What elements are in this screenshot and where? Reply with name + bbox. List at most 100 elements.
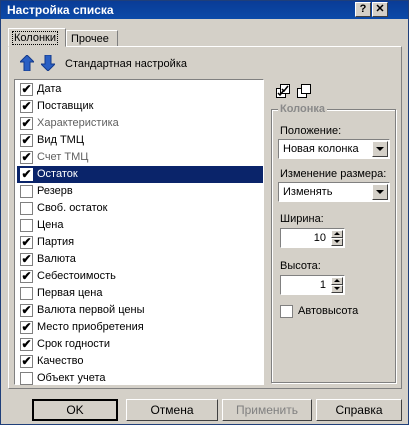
checkmark-icon: ✔ xyxy=(21,303,32,317)
list-item-label: Срок годности xyxy=(37,338,110,350)
checkmark-icon: ✔ xyxy=(21,82,32,96)
height-decrement-icon[interactable] xyxy=(331,285,343,293)
list-item[interactable]: ✔ Вид ТМЦ xyxy=(17,132,263,149)
column-checkbox[interactable]: ✔ xyxy=(20,133,33,147)
width-stepper[interactable]: 10 xyxy=(280,228,345,248)
position-value: Новая колонка xyxy=(283,143,359,155)
chevron-down-icon[interactable] xyxy=(372,184,388,200)
title-bar: Настройка списка xyxy=(1,1,408,19)
column-checkbox[interactable]: ✔ xyxy=(20,303,33,317)
column-checkbox[interactable]: ✔ xyxy=(20,269,33,283)
resize-select[interactable]: Изменять xyxy=(278,182,390,202)
list-item-label: Цена xyxy=(37,219,64,231)
column-checkbox[interactable]: ✔ xyxy=(20,320,33,334)
list-item[interactable]: ✔ Характеристика xyxy=(17,115,263,132)
checkmark-icon: ✔ xyxy=(21,133,32,147)
column-checkbox[interactable]: ✔ xyxy=(20,235,33,249)
column-checkbox[interactable]: ✔ xyxy=(20,354,33,368)
columns-list[interactable]: ✔ Дата ✔ Поставщик ✔ Характеристика ✔ Вид ТМЦ ✔ С… xyxy=(14,79,264,385)
autoheight-label: Автовысота xyxy=(298,305,359,317)
tab-columns-label: Колонки xyxy=(12,31,58,45)
list-item[interactable]: Первая цена xyxy=(17,285,263,302)
window-title: Настройка списка xyxy=(7,3,114,17)
list-item-label: Объект учета xyxy=(37,372,106,384)
list-item[interactable]: ✔ Валюта xyxy=(17,251,263,268)
checkmark-icon: ✔ xyxy=(21,150,32,164)
list-item[interactable]: Своб. остаток xyxy=(17,200,263,217)
uncheck-all-icon[interactable] xyxy=(297,84,311,98)
list-item[interactable]: ✔ Дата xyxy=(17,81,263,98)
list-item[interactable]: Резерв xyxy=(17,183,263,200)
check-all-icon[interactable] xyxy=(276,84,290,98)
close-icon: ✕ xyxy=(375,3,385,15)
close-button[interactable]: ✕ xyxy=(372,2,388,17)
column-checkbox[interactable]: ✔ xyxy=(20,82,33,96)
resize-value: Изменять xyxy=(283,186,333,198)
checkmark-icon: ✔ xyxy=(21,337,32,351)
standard-settings-link[interactable]: Стандартная настройка xyxy=(65,58,187,70)
column-checkbox[interactable]: ✔ xyxy=(20,150,33,164)
checkmark-icon: ✔ xyxy=(21,320,32,334)
column-checkbox[interactable]: ✔ xyxy=(20,167,33,181)
height-stepper[interactable]: 1 xyxy=(280,275,345,295)
autoheight-checkbox[interactable] xyxy=(280,305,293,318)
dialog-window: Настройка списка ? ✕ Колонки Прочее Стан… xyxy=(0,0,409,425)
list-item-label: Счет ТМЦ xyxy=(37,151,89,163)
arrow-up-icon[interactable] xyxy=(20,55,34,71)
list-item-label: Остаток xyxy=(37,168,78,180)
list-item[interactable]: ✔ Качество xyxy=(17,353,263,370)
list-item-label: Дата xyxy=(37,83,62,95)
list-item[interactable]: ✔ Поставщик xyxy=(17,98,263,115)
checkmark-icon: ✔ xyxy=(21,269,32,283)
cancel-button[interactable]: Отмена xyxy=(126,399,218,421)
list-item[interactable]: Цена xyxy=(17,217,263,234)
column-checkbox[interactable]: ✔ xyxy=(20,337,33,351)
width-label: Ширина: xyxy=(280,213,324,225)
tab-other[interactable]: Прочее xyxy=(66,30,118,47)
position-label: Положение: xyxy=(280,125,342,137)
checkmark-icon: ✔ xyxy=(21,116,32,130)
list-item[interactable]: ✔ Счет ТМЦ xyxy=(17,149,263,166)
help-title-button[interactable]: ? xyxy=(355,2,371,17)
list-item[interactable]: ✔ Остаток xyxy=(17,166,263,183)
column-checkbox[interactable]: ✔ xyxy=(20,99,33,113)
column-checkbox[interactable] xyxy=(20,185,33,198)
height-label: Высота: xyxy=(280,260,321,272)
list-item-label: Место приобретения xyxy=(37,321,144,333)
list-item[interactable]: ✔ Себестоимость xyxy=(17,268,263,285)
arrow-down-icon[interactable] xyxy=(41,55,55,71)
checkmark-icon: ✔ xyxy=(21,354,32,368)
chevron-down-icon[interactable] xyxy=(372,141,388,157)
height-increment-icon[interactable] xyxy=(331,277,343,285)
column-checkbox[interactable]: ✔ xyxy=(20,116,33,130)
list-item[interactable]: ✔ Валюта первой цены xyxy=(17,302,263,319)
apply-button[interactable]: Применить xyxy=(222,399,312,421)
column-checkbox[interactable] xyxy=(20,219,33,232)
column-checkbox[interactable] xyxy=(20,372,33,385)
ok-button[interactable]: OK xyxy=(32,399,118,421)
position-select[interactable]: Новая колонка xyxy=(278,139,390,159)
list-item[interactable]: ✔ Место приобретения xyxy=(17,319,263,336)
column-checkbox[interactable] xyxy=(20,287,33,300)
list-item-label: Вид ТМЦ xyxy=(37,134,84,146)
list-item-label: Своб. остаток xyxy=(37,202,108,214)
width-decrement-icon[interactable] xyxy=(331,238,343,246)
checkmark-icon: ✔ xyxy=(21,252,32,266)
list-item-label: Валюта xyxy=(37,253,76,265)
list-item[interactable]: ✔ Партия xyxy=(17,234,263,251)
width-increment-icon[interactable] xyxy=(331,230,343,238)
column-checkbox[interactable]: ✔ xyxy=(20,252,33,266)
list-item-label: Себестоимость xyxy=(37,270,116,282)
width-value: 10 xyxy=(313,232,326,244)
checkmark-icon: ✔ xyxy=(21,235,32,249)
checkmark-icon: ✔ xyxy=(21,167,32,181)
list-item-label: Партия xyxy=(37,236,75,248)
list-item-label: Первая цена xyxy=(37,287,103,299)
tab-columns[interactable]: Колонки xyxy=(8,28,66,47)
list-item-label: Характеристика xyxy=(37,117,119,129)
help-button[interactable]: Справка xyxy=(316,399,402,421)
list-item[interactable]: ✔ Срок годности xyxy=(17,336,263,353)
column-checkbox[interactable] xyxy=(20,202,33,215)
resize-label: Изменение размера: xyxy=(280,168,387,180)
list-item[interactable]: Объект учета xyxy=(17,370,263,387)
